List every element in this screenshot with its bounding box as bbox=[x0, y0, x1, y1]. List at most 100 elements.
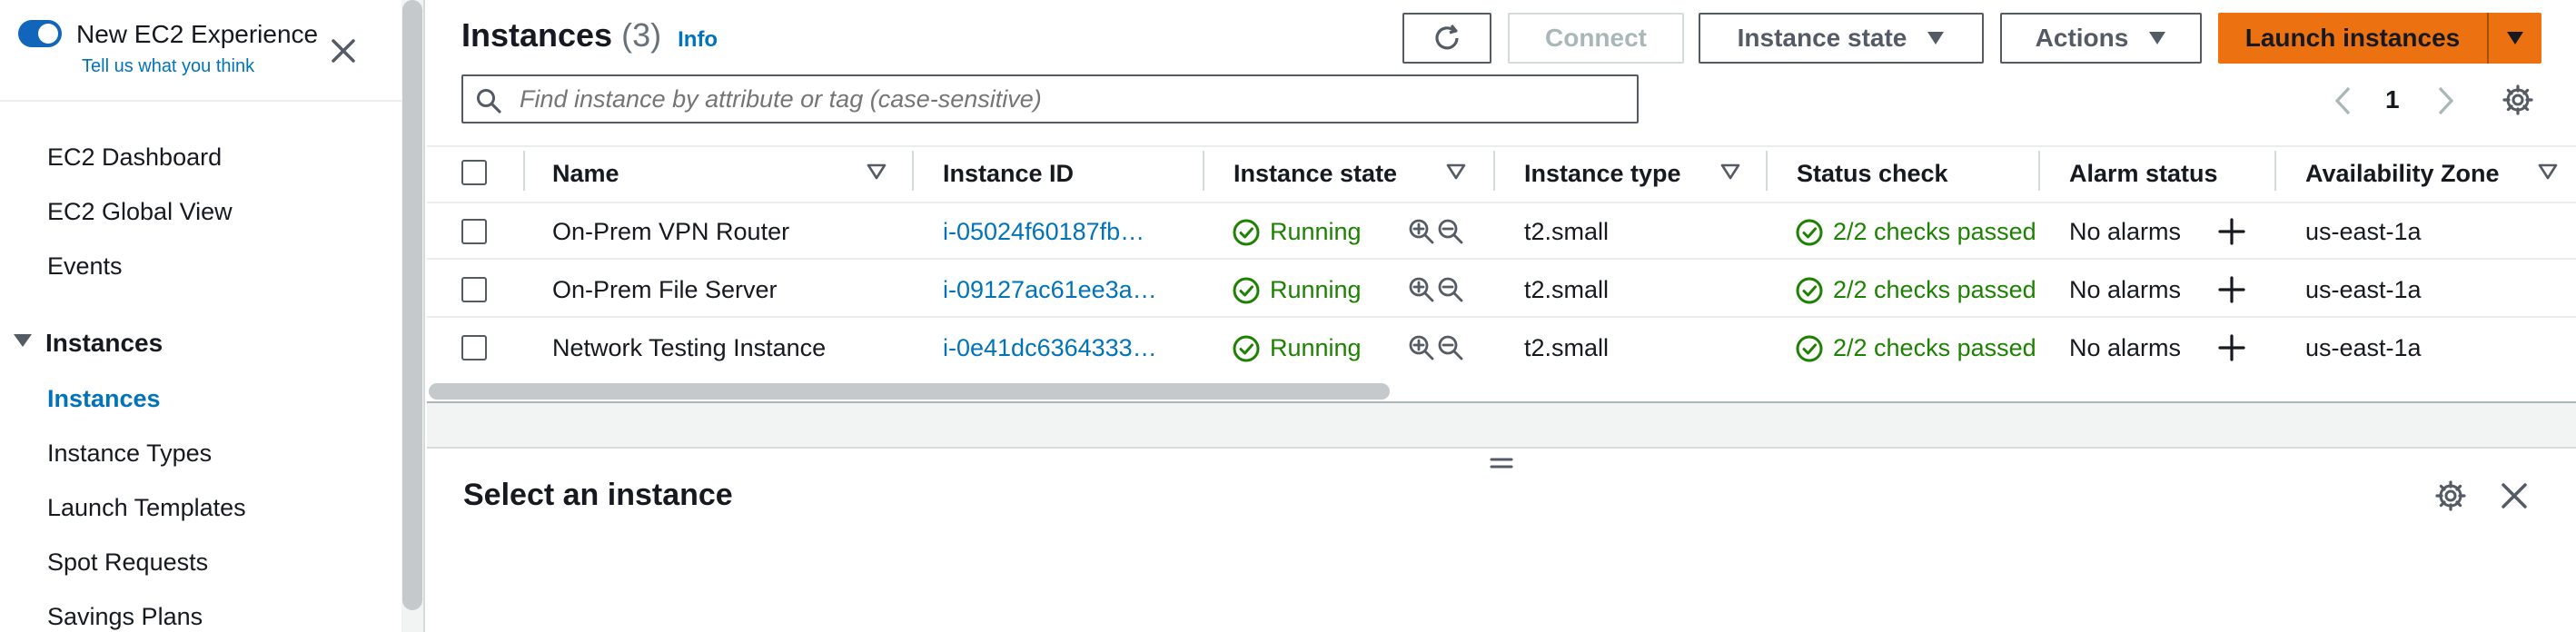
instance-state-value: Running bbox=[1270, 276, 1362, 303]
sidebar-item-savings-plans[interactable]: Savings Plans bbox=[47, 603, 203, 631]
column-header-alarm-status[interactable]: Alarm status bbox=[2069, 160, 2218, 188]
table-scrollbar-thumb[interactable] bbox=[429, 383, 1390, 400]
new-experience-toggle[interactable] bbox=[18, 20, 62, 47]
sidebar-item-instance-types[interactable]: Instance Types bbox=[47, 439, 212, 468]
check-circle-icon bbox=[1796, 219, 1823, 246]
feedback-link[interactable]: Tell us what you think bbox=[82, 56, 254, 77]
gear-icon bbox=[2435, 480, 2466, 511]
instance-type-value: t2.small bbox=[1524, 218, 1610, 245]
toggle-label: New EC2 Experience bbox=[76, 20, 319, 48]
instance-type-value: t2.small bbox=[1524, 276, 1610, 303]
sidebar-item-ec2-global-view[interactable]: EC2 Global View bbox=[47, 198, 233, 226]
next-page-button[interactable] bbox=[2434, 85, 2456, 116]
sidebar-section-instances[interactable]: Instances bbox=[45, 329, 163, 358]
check-circle-icon bbox=[1233, 335, 1260, 362]
sidebar-item-events[interactable]: Events bbox=[47, 252, 123, 281]
table-top-border bbox=[427, 145, 2576, 147]
zoom-in-icon[interactable] bbox=[1408, 218, 1435, 245]
add-alarm-icon[interactable] bbox=[2218, 334, 2245, 361]
column-header-instance-id[interactable]: Instance ID bbox=[943, 160, 1074, 188]
refresh-icon bbox=[1435, 24, 1459, 50]
resize-handle-icon[interactable] bbox=[1490, 456, 1513, 470]
row-border bbox=[427, 258, 2576, 260]
table-row[interactable]: Network Testing Instance i-0e41dc6364333… bbox=[427, 320, 2576, 376]
table-row[interactable]: On-Prem File Server i-09127ac61ee3a… Run… bbox=[427, 262, 2576, 318]
ec2-console: New EC2 Experience Tell us what you thin… bbox=[0, 0, 2576, 632]
availability-zone-value: us-east-1a bbox=[2305, 276, 2422, 303]
search-input[interactable] bbox=[520, 84, 1619, 114]
column-separator bbox=[1203, 151, 1204, 191]
prev-page-button[interactable] bbox=[2333, 85, 2354, 116]
add-alarm-icon[interactable] bbox=[2218, 276, 2245, 303]
page-number[interactable]: 1 bbox=[2385, 85, 2400, 114]
check-circle-icon bbox=[1233, 277, 1260, 304]
column-header-name[interactable]: Name bbox=[552, 160, 619, 188]
connect-button[interactable]: Connect bbox=[1508, 13, 1684, 64]
sidebar-item-launch-templates[interactable]: Launch Templates bbox=[47, 494, 246, 522]
availability-zone-value: us-east-1a bbox=[2305, 334, 2422, 361]
alarm-status-value: No alarms bbox=[2069, 218, 2182, 245]
zoom-out-icon[interactable] bbox=[1437, 218, 1464, 245]
details-panel-title: Select an instance bbox=[463, 478, 733, 512]
row-checkbox[interactable] bbox=[461, 219, 487, 244]
zoom-out-icon[interactable] bbox=[1437, 276, 1464, 303]
section-caret-down-icon[interactable] bbox=[13, 332, 33, 349]
gear-icon bbox=[2502, 84, 2533, 115]
table-preferences-button[interactable] bbox=[2502, 84, 2534, 116]
column-separator bbox=[1493, 151, 1495, 191]
column-header-instance-type[interactable]: Instance type bbox=[1524, 160, 1681, 188]
instance-count: (3) bbox=[621, 16, 662, 54]
select-all-checkbox[interactable] bbox=[461, 160, 487, 185]
column-header-status-check[interactable]: Status check bbox=[1797, 160, 1948, 188]
sidebar-divider bbox=[0, 100, 401, 102]
column-separator bbox=[912, 151, 914, 191]
refresh-button[interactable] bbox=[1402, 13, 1491, 64]
close-sidebar-button[interactable] bbox=[329, 36, 358, 65]
alarm-status-value: No alarms bbox=[2069, 276, 2182, 303]
instance-state-value: Running bbox=[1270, 334, 1362, 361]
instance-id-link[interactable]: i-0e41dc6364333… bbox=[943, 334, 1157, 362]
sidebar-item-ec2-dashboard[interactable]: EC2 Dashboard bbox=[47, 143, 222, 172]
split-panel-border bbox=[427, 447, 2576, 449]
sort-icon[interactable] bbox=[1720, 163, 1740, 180]
alarm-status-value: No alarms bbox=[2069, 334, 2182, 361]
row-checkbox[interactable] bbox=[461, 335, 487, 360]
actions-button[interactable]: Actions bbox=[2000, 13, 2202, 64]
caret-down-icon bbox=[2149, 32, 2166, 44]
check-circle-icon bbox=[1233, 219, 1260, 246]
close-icon bbox=[332, 39, 355, 63]
split-panel-close-button[interactable] bbox=[2500, 481, 2529, 510]
split-panel-settings-button[interactable] bbox=[2434, 479, 2467, 512]
instance-state-value: Running bbox=[1270, 218, 1362, 245]
sidebar-scrollbar-thumb[interactable] bbox=[402, 0, 422, 610]
sort-icon[interactable] bbox=[867, 163, 887, 180]
caret-down-icon bbox=[1927, 32, 1945, 44]
column-header-availability-zone[interactable]: Availability Zone bbox=[2305, 160, 2500, 188]
instance-id-link[interactable]: i-05024f60187fb… bbox=[943, 218, 1144, 246]
search-box[interactable] bbox=[461, 74, 1639, 123]
sidebar-item-spot-requests[interactable]: Spot Requests bbox=[47, 548, 208, 577]
instance-name: On-Prem VPN Router bbox=[552, 218, 790, 245]
zoom-out-icon[interactable] bbox=[1437, 334, 1464, 361]
zoom-in-icon[interactable] bbox=[1408, 276, 1435, 303]
column-separator bbox=[1766, 151, 1768, 191]
zoom-in-icon[interactable] bbox=[1408, 334, 1435, 361]
launch-dropdown-button[interactable] bbox=[2489, 13, 2541, 64]
instance-id-link[interactable]: i-09127ac61ee3a… bbox=[943, 276, 1157, 304]
column-separator bbox=[523, 151, 525, 191]
page-title-text: Instances bbox=[461, 16, 613, 54]
add-alarm-icon[interactable] bbox=[2218, 218, 2245, 245]
launch-instances-button[interactable]: Launch instances bbox=[2218, 13, 2487, 64]
sort-icon[interactable] bbox=[1446, 163, 1466, 180]
table-row[interactable]: On-Prem VPN Router i-05024f60187fb… Runn… bbox=[427, 203, 2576, 260]
instance-state-button[interactable]: Instance state bbox=[1699, 13, 1984, 64]
info-link[interactable]: Info bbox=[678, 27, 718, 52]
column-header-instance-state[interactable]: Instance state bbox=[1234, 160, 1397, 188]
sort-icon[interactable] bbox=[2538, 163, 2558, 180]
column-separator bbox=[2038, 151, 2040, 191]
sidebar-item-instances[interactable]: Instances bbox=[47, 385, 161, 413]
instance-state-label: Instance state bbox=[1737, 24, 1907, 52]
caret-down-icon bbox=[2507, 32, 2523, 44]
close-icon bbox=[2502, 483, 2527, 509]
row-checkbox[interactable] bbox=[461, 277, 487, 302]
